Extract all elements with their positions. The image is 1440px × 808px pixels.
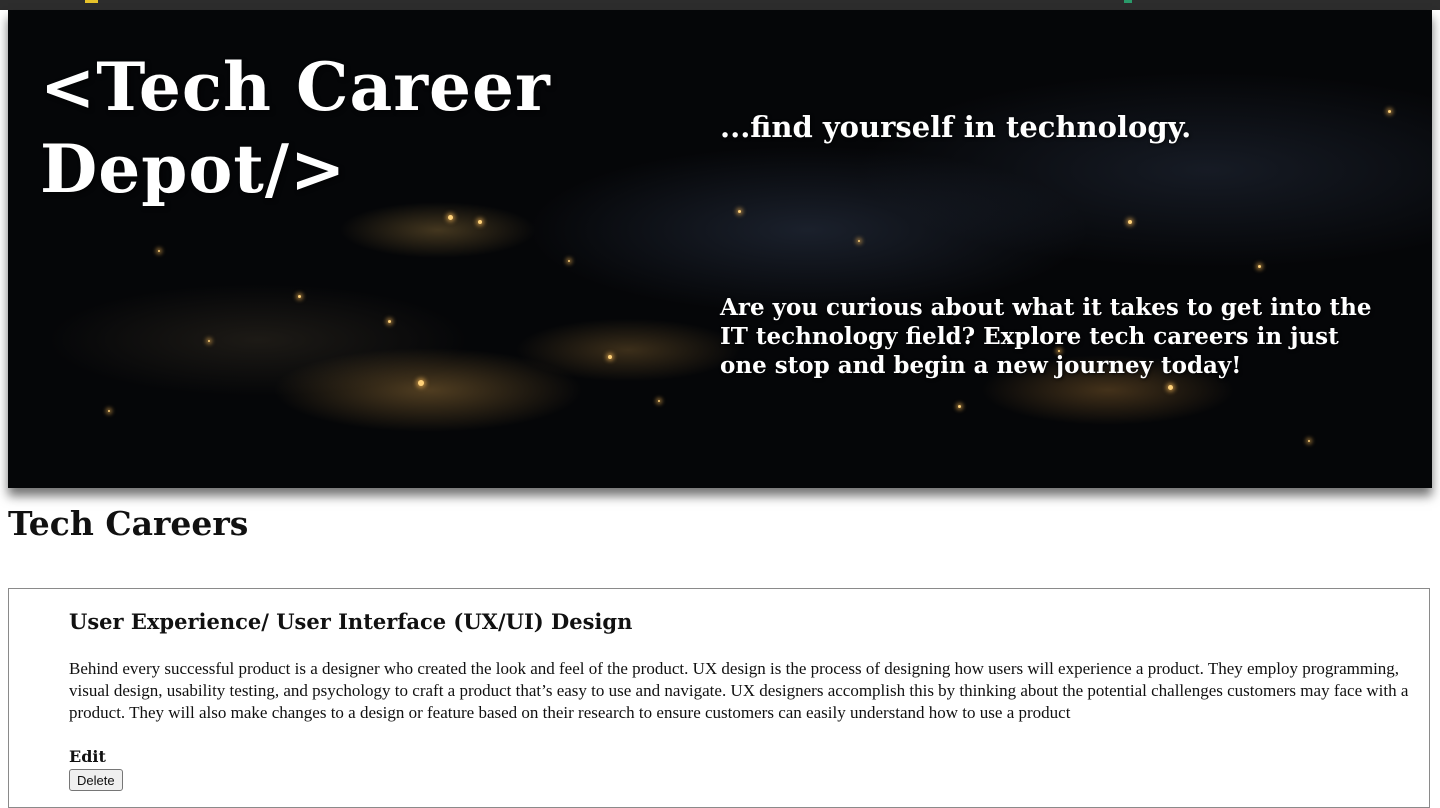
hero-tagline: ...find yourself in technology. [720, 110, 1192, 144]
site-title-line-1: <Tech Career [40, 48, 551, 126]
delete-button[interactable]: Delete [69, 769, 123, 791]
hero-banner: <Tech Career Depot/> ...find yourself in… [8, 10, 1432, 488]
site-title: <Tech Career Depot/> [40, 46, 551, 210]
top-bar [0, 0, 1440, 10]
topbar-marker [85, 0, 98, 3]
hero-intro-text: Are you curious about what it takes to g… [720, 294, 1372, 379]
section-heading: Tech Careers [8, 504, 249, 543]
career-description: Behind every successful product is a des… [69, 659, 1409, 722]
career-card: User Experience/ User Interface (UX/UI) … [8, 588, 1430, 808]
career-title: User Experience/ User Interface (UX/UI) … [69, 609, 633, 634]
topbar-marker [1124, 0, 1132, 3]
edit-link[interactable]: Edit [69, 747, 106, 766]
site-title-line-2: Depot/> [40, 130, 347, 208]
